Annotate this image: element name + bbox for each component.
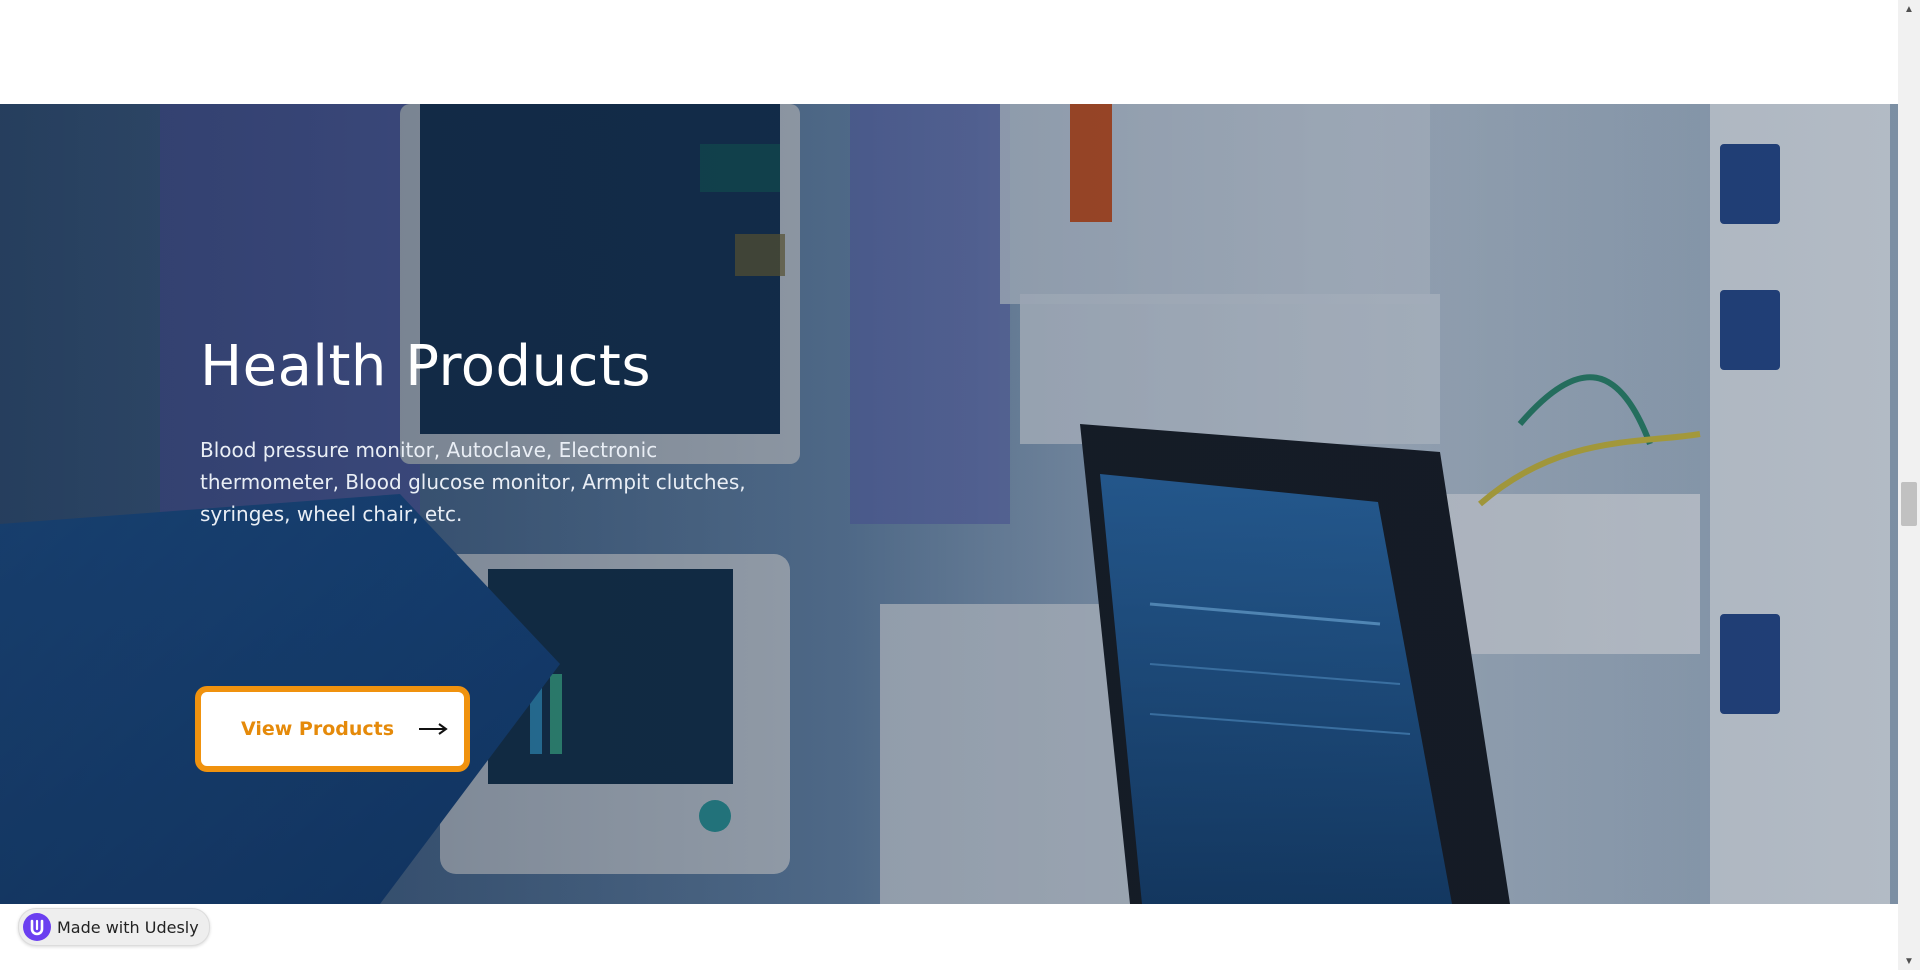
scroll-down-arrow-icon[interactable]: ▼ [1898, 952, 1920, 970]
page: Health Products Blood pressure monitor, … [0, 0, 1920, 970]
view-products-button[interactable]: View Products [195, 686, 470, 772]
scroll-up-arrow-icon[interactable]: ▲ [1898, 0, 1920, 18]
hero-section: Health Products Blood pressure monitor, … [0, 104, 1898, 904]
view-products-label: View Products [241, 718, 395, 740]
arrow-right-icon [418, 722, 448, 736]
hero-title: Health Products [200, 334, 651, 399]
made-with-udesly-badge[interactable]: Made with Udesly [18, 908, 210, 946]
hero-description: Blood pressure monitor, Autoclave, Elect… [200, 437, 746, 526]
badge-text: Made with Udesly [57, 917, 199, 937]
hero-content: Health Products Blood pressure monitor, … [200, 336, 800, 530]
vertical-scrollbar[interactable]: ▲ ▼ [1898, 0, 1920, 970]
scrollbar-thumb[interactable] [1901, 482, 1917, 526]
udesly-logo-icon [23, 913, 51, 941]
